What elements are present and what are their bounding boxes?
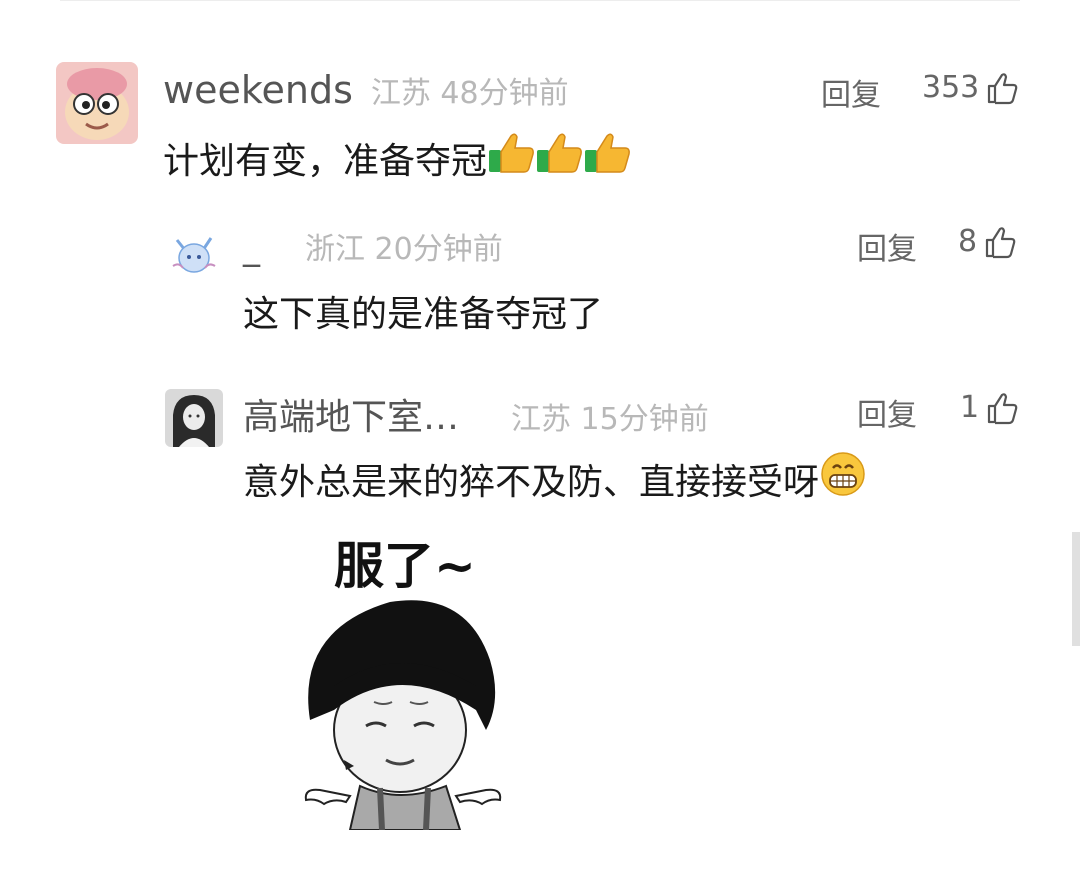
comment-body: 这下真的是准备夺冠了: [243, 294, 604, 335]
username[interactable]: _: [243, 228, 285, 268]
like-count: 353: [922, 70, 980, 105]
username[interactable]: 高端地下室…: [243, 388, 459, 440]
location-time: 浙江 20分钟前: [305, 232, 503, 267]
like-count: 8: [958, 224, 978, 259]
location-time: 江苏 15分钟前: [511, 402, 709, 437]
comment-text: 这下真的是准备夺冠了: [243, 285, 603, 337]
location-time: 江苏 48分钟前: [370, 76, 569, 111]
comment-text: 计划有变，准备夺冠: [163, 130, 631, 185]
like-button[interactable]: 8: [958, 224, 1017, 259]
grinning-emoji: [819, 450, 867, 507]
like-count: 1: [960, 390, 980, 425]
like-button[interactable]: 353: [922, 70, 1019, 105]
top-divider: [60, 0, 1020, 1]
thumbs-up-outline-icon: [988, 72, 1018, 104]
thumbs-up-emoji: [583, 130, 631, 185]
comment-meta: _ 浙江 20分钟前: [243, 224, 503, 268]
comment-body: 意外总是来的猝不及防、直接接受呀: [243, 461, 820, 503]
comment-meta: 高端地下室… 江苏 15分钟前: [243, 388, 709, 440]
comment-text: 意外总是来的猝不及防、直接接受呀: [243, 450, 867, 507]
like-button[interactable]: 1: [960, 390, 1019, 425]
reply-button[interactable]: 回复: [821, 70, 881, 114]
comment-meta: weekends 江苏 48分钟前: [163, 68, 569, 112]
scrollbar[interactable]: [1072, 532, 1080, 646]
sticker-caption: 服了~: [334, 537, 476, 595]
avatar[interactable]: [165, 389, 223, 447]
username[interactable]: weekends: [163, 68, 353, 112]
avatar[interactable]: [165, 226, 223, 284]
reply-button[interactable]: 回复: [857, 390, 917, 434]
avatar[interactable]: [56, 62, 138, 144]
thumbs-up-outline-icon: [985, 226, 1016, 258]
comment-body: 计划有变，准备夺冠: [163, 140, 488, 182]
thumbs-up-emoji: [535, 130, 583, 185]
reply-button[interactable]: 回复: [857, 224, 917, 268]
thumbs-up-emoji: [487, 130, 535, 185]
thumbs-up-outline-icon: [987, 392, 1018, 424]
sticker-image[interactable]: 服了~: [290, 520, 520, 830]
shrugging-character-icon: [304, 600, 502, 830]
